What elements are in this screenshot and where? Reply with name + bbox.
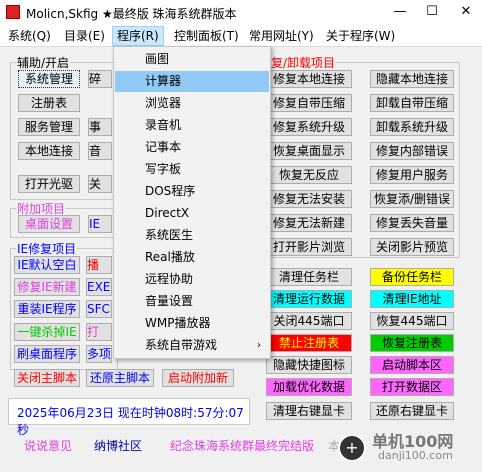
close-main-script-button[interactable]: 关闭主脚本	[14, 369, 80, 387]
backup-taskbar-button[interactable]: 备份任务栏	[370, 268, 454, 286]
community-link[interactable]: 纳博社区	[94, 437, 142, 454]
clock-status-text: 2025年06月23日 现在时钟08时:57分:07秒	[17, 406, 244, 437]
watermark-url: danji100.com	[378, 449, 453, 462]
reinstall-ie-button[interactable]: 重装IE程序	[14, 300, 80, 318]
kill-ie-button[interactable]: 一键杀掉IE	[14, 323, 80, 341]
menu-item-real-player[interactable]: Real播放	[115, 247, 269, 268]
restore-desktop-button[interactable]: 恢复桌面显示	[266, 142, 352, 160]
fix-system-update-button[interactable]: 修复系统升级	[266, 118, 352, 136]
title-bar: Molicn,Skfig ★最终版 珠海系统群版本 — ☐ ✕	[0, 0, 482, 26]
open-cdrom-button[interactable]: 打开光驱	[18, 175, 80, 193]
menu-item-volume[interactable]: 音量设置	[115, 291, 269, 312]
system-manage-button[interactable]: 系统管理	[18, 70, 80, 88]
app-icon	[6, 5, 20, 19]
partial-button-2[interactable]: 事	[88, 118, 112, 136]
partial-play-button[interactable]: 播	[86, 256, 112, 274]
menu-item-browser[interactable]: 浏览器	[115, 93, 269, 114]
clean-run-data-button[interactable]: 清理运行数据	[266, 290, 352, 308]
open-data-area-button[interactable]: 打开数据区	[370, 378, 454, 396]
registry-button[interactable]: 注册表	[18, 94, 80, 112]
group-assist-label: 辅助/开启	[16, 54, 71, 71]
maximize-button[interactable]: ☐	[422, 2, 442, 22]
load-optimize-data-button[interactable]: 加载优化数据	[266, 378, 352, 396]
partial-button-1[interactable]: 碎	[88, 70, 112, 88]
restore-rightclick-gpu-button[interactable]: 还原右键显卡	[370, 402, 454, 420]
uninstall-builtin-zip-button[interactable]: 卸载自带压缩	[370, 94, 454, 112]
menu-bar: 系统(Q) 目录(E) 程序(R) 控制面板(T) 常用网址(Y) 关于程序(W…	[0, 26, 482, 47]
watermark-plus-icon: +	[338, 434, 366, 462]
desktop-settings-button[interactable]: 桌面设置	[18, 215, 80, 233]
hide-shortcut-icon-button[interactable]: 隐藏快捷图标	[266, 356, 352, 374]
partial-button-4[interactable]: 关	[88, 175, 112, 193]
menu-item-wordpad[interactable]: 写字板	[115, 159, 269, 180]
start-addon-button[interactable]: 启动附加新	[162, 369, 234, 387]
menu-item-dos[interactable]: DOS程序	[115, 181, 269, 202]
ie-default-blank-button[interactable]: IE默认空白	[14, 256, 80, 274]
window-title: Molicn,Skfig ★最终版 珠海系统群版本	[26, 7, 237, 21]
menu-item-notepad[interactable]: 记事本	[115, 137, 269, 158]
menu-programs[interactable]: 程序(R)	[112, 26, 164, 46]
menu-item-games[interactable]: 系统自带游戏 ›	[115, 335, 269, 356]
fix-cannot-install-button[interactable]: 修复无法安装	[266, 190, 352, 208]
menu-control-panel[interactable]: 控制面板(T)	[170, 27, 243, 45]
open-video-browse-button[interactable]: 打开影片浏览	[266, 238, 352, 256]
fix-ie-new-button[interactable]: 修复IE新建	[14, 278, 80, 296]
local-connection-button[interactable]: 本地连接	[18, 142, 80, 160]
submenu-arrow-icon: ›	[257, 340, 261, 351]
restore-add-remove-button[interactable]: 恢复添/删错误	[370, 190, 454, 208]
fix-lost-volume-button[interactable]: 修复丢失音量	[370, 214, 454, 232]
service-manage-button[interactable]: 服务管理	[18, 118, 80, 136]
menu-item-games-label: 系统自带游戏	[145, 338, 218, 352]
menu-system[interactable]: 系统(Q)	[4, 27, 55, 45]
clean-taskbar-button[interactable]: 清理任务栏	[266, 268, 352, 286]
feedback-link[interactable]: 说说意见	[24, 437, 72, 454]
clean-rightclick-gpu-button[interactable]: 清理右键显卡	[266, 402, 352, 420]
partial-button-3[interactable]: 音	[88, 142, 112, 160]
menu-item-paint[interactable]: 画图	[115, 49, 269, 70]
menu-common-urls[interactable]: 常用网址(Y)	[245, 27, 318, 45]
restore-port-445-button[interactable]: 恢复445端口	[370, 312, 454, 330]
restore-registry-button[interactable]: 恢复注册表	[370, 334, 454, 352]
partial-multi-button[interactable]: 多项	[86, 345, 112, 363]
menu-item-remote-assist[interactable]: 远程协助	[115, 269, 269, 290]
minimize-button[interactable]: —	[390, 2, 410, 22]
fix-cannot-create-button[interactable]: 修复无法新建	[266, 214, 352, 232]
fix-local-connection-button[interactable]: 修复本地连接	[266, 70, 352, 88]
menu-item-system-doctor[interactable]: 系统医生	[115, 225, 269, 246]
programs-dropdown-menu: 画图 计算器 浏览器 录音机 记事本 写字板 DOS程序 DirectX 系统医…	[113, 46, 271, 359]
clean-ie-address-button[interactable]: 清理IE地址	[370, 290, 454, 308]
fix-internal-error-button[interactable]: 修复内部错误	[370, 142, 454, 160]
disable-registry-button[interactable]: 禁止注册表	[266, 334, 352, 352]
group-repair-label: 复/卸载项目	[270, 54, 337, 71]
memorial-link[interactable]: 纪念珠海系统群最终完结版	[170, 437, 314, 454]
menu-about[interactable]: 关于程序(W)	[322, 27, 399, 45]
menu-item-recorder[interactable]: 录音机	[115, 115, 269, 136]
close-video-preview-button[interactable]: 关闭影片预览	[370, 238, 454, 256]
close-port-445-button[interactable]: 关闭445端口	[266, 312, 352, 330]
partial-sfc-button[interactable]: SFC	[86, 300, 112, 318]
start-script-area-button[interactable]: 启动脚本区	[370, 356, 454, 374]
partial-exe-button[interactable]: EXE	[86, 278, 112, 296]
close-button[interactable]: ✕	[456, 2, 476, 22]
fix-user-service-button[interactable]: 修复用户服务	[370, 166, 454, 184]
menu-item-directx[interactable]: DirectX	[115, 203, 269, 224]
clock-status-box: 2025年06月23日 现在时钟08时:57分:07秒	[8, 398, 250, 437]
menu-item-wmp[interactable]: WMP播放器	[115, 313, 269, 334]
fix-builtin-zip-button[interactable]: 修复自带压缩	[266, 94, 352, 112]
partial-ie-button[interactable]: IE	[88, 215, 112, 233]
group-ie-label: IE修复项目	[16, 240, 78, 257]
refresh-desktop-button[interactable]: 刷桌面程序	[14, 345, 80, 363]
uninstall-system-update-button[interactable]: 卸载系统升级	[370, 118, 454, 136]
partial-open-button[interactable]: 打	[86, 323, 112, 341]
hide-local-connection-button[interactable]: 隐藏本地连接	[370, 70, 454, 88]
restore-unresponsive-button[interactable]: 恢复无反应	[266, 166, 352, 184]
restore-main-script-button[interactable]: 还原主脚本	[86, 369, 154, 387]
menu-directory[interactable]: 目录(E)	[60, 27, 109, 45]
menu-item-calculator[interactable]: 计算器	[115, 71, 269, 92]
